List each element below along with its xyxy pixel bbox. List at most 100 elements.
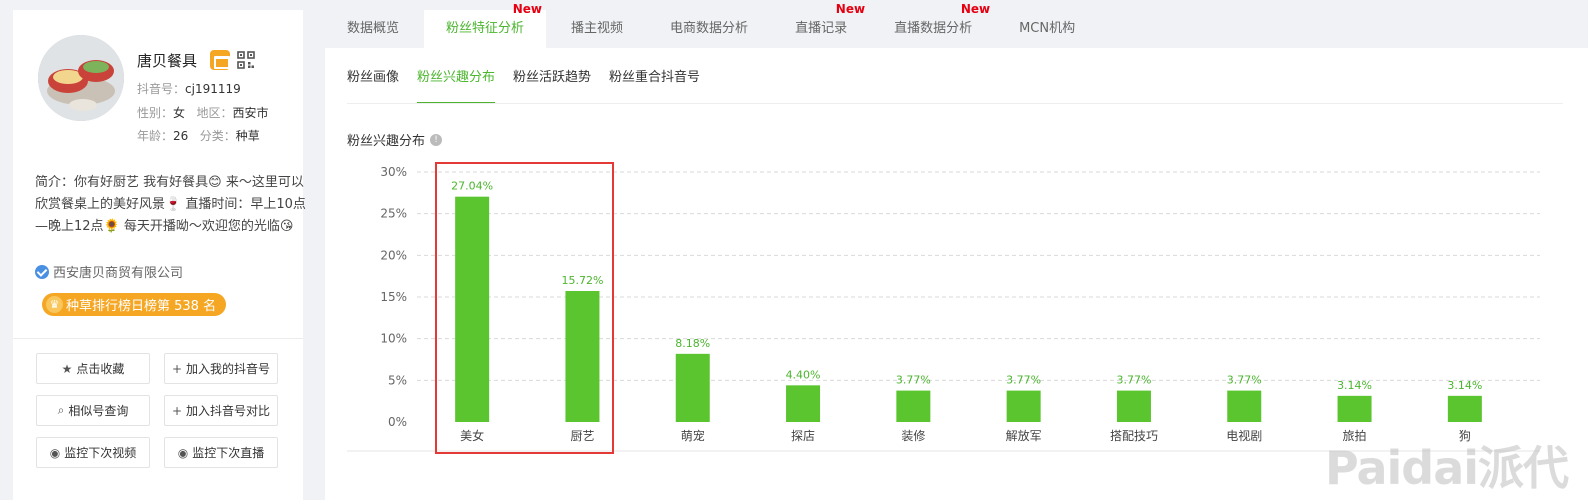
add-compare-button-label: 加入抖音号对比	[186, 404, 271, 418]
bar	[1337, 395, 1372, 422]
company-verification: 西安唐贝商贸有限公司	[35, 262, 183, 281]
add-compare-button[interactable]: + 加入抖音号对比	[164, 395, 278, 426]
plus-icon: +	[171, 361, 183, 376]
y-tick-label: 20%	[380, 248, 407, 262]
tab-live-records[interactable]: 直播记录 New	[773, 2, 870, 48]
add-my-douyin-button[interactable]: + 加入我的抖音号	[164, 353, 278, 384]
qr-code-icon[interactable]	[237, 51, 255, 69]
tab-overview[interactable]: 数据概览	[325, 10, 422, 48]
y-tick-label: 30%	[380, 165, 407, 179]
douyin-id: 抖音号：cj191119	[137, 80, 241, 97]
search-icon: ⌕	[57, 403, 65, 417]
bar	[896, 390, 931, 422]
company-name: 西安唐贝商贸有限公司	[53, 266, 184, 281]
sub-tabs: 粉丝画像 粉丝兴趣分布 粉丝活跃趋势 粉丝重合抖音号	[347, 68, 700, 104]
data-label: 3.14%	[1447, 379, 1482, 392]
bar	[1447, 395, 1482, 422]
y-tick-label: 10%	[380, 332, 407, 346]
analysis-panel: 数据概览 粉丝特征分析 New 播主视频 电商数据分析 直播记录 New 直播数据分…	[325, 2, 1588, 500]
monitor-video-button-label: 监控下次视频	[64, 446, 137, 460]
subtab-interest-distribution[interactable]: 粉丝兴趣分布	[417, 68, 496, 104]
tab-mcn[interactable]: MCN机构	[997, 10, 1098, 48]
tab-ecommerce[interactable]: 电商数据分析	[648, 10, 771, 48]
bar	[786, 385, 821, 422]
y-tick-label: 5%	[388, 373, 407, 387]
profile-intro: 简介：你有好厨艺 我有好餐具😊 来～这里可以欣赏餐桌上的美好风景🍷 直播时间：早…	[35, 175, 306, 234]
data-label: 4.40%	[786, 368, 821, 381]
region-label: 地区：	[196, 106, 233, 120]
x-tick-label: 探店	[791, 429, 815, 443]
main-tabs: 数据概览 粉丝特征分析 New 播主视频 电商数据分析 直播记录 New 直播数据分…	[325, 2, 1588, 48]
plus-icon: +	[171, 403, 183, 418]
tab-videos[interactable]: 播主视频	[549, 10, 646, 48]
add-my-douyin-button-label: 加入我的抖音号	[186, 362, 271, 376]
age-label: 年龄：	[137, 129, 174, 143]
bar	[675, 353, 710, 422]
x-tick-label: 装修	[901, 428, 925, 443]
y-tick-label: 25%	[380, 207, 407, 221]
chart-title: 粉丝兴趣分布 !	[347, 130, 443, 149]
gender-value: 女	[173, 106, 186, 120]
shop-icon[interactable]	[210, 50, 230, 70]
subtab-activity-trend[interactable]: 粉丝活跃趋势	[513, 68, 591, 104]
tab-ecommerce-label: 电商数据分析	[670, 21, 749, 36]
age-category: 年龄：26 分类：种草	[137, 127, 260, 144]
tab-live-analysis[interactable]: 直播数据分析 New	[872, 2, 995, 48]
collect-button[interactable]: ★ 点击收藏	[36, 353, 150, 384]
collect-button-label: 点击收藏	[76, 362, 125, 376]
similar-search-button-label: 相似号查询	[68, 404, 129, 418]
eye-icon: ◉	[49, 445, 61, 460]
data-label: 3.77%	[1006, 374, 1041, 387]
new-badge: New	[960, 2, 991, 16]
tab-overview-label: 数据概览	[347, 21, 400, 36]
new-badge: New	[835, 2, 866, 16]
x-tick-label: 电视剧	[1226, 428, 1262, 443]
divider	[13, 338, 303, 339]
x-tick-label: 搭配技巧	[1110, 429, 1158, 443]
data-label: 3.77%	[896, 374, 931, 387]
x-tick-label: 萌宠	[681, 428, 705, 443]
tab-fan-analysis[interactable]: 粉丝特征分析 New	[424, 2, 547, 48]
douyin-id-label: 抖音号：	[137, 82, 186, 96]
bar	[1116, 390, 1151, 422]
gender-label: 性别：	[137, 106, 174, 120]
similar-search-button[interactable]: ⌕ 相似号查询	[36, 395, 150, 426]
tab-videos-label: 播主视频	[571, 21, 624, 36]
monitor-video-button[interactable]: ◉ 监控下次视频	[36, 437, 150, 468]
tab-fan-analysis-label: 粉丝特征分析	[446, 21, 525, 36]
category-label: 分类：	[199, 129, 236, 143]
subtab-overlap-accounts[interactable]: 粉丝重合抖音号	[609, 68, 700, 104]
chart-title-text: 粉丝兴趣分布	[347, 134, 426, 149]
data-label: 8.18%	[675, 337, 710, 350]
bar	[1227, 390, 1262, 422]
data-label: 3.77%	[1227, 374, 1262, 387]
douyin-id-value: cj191119	[185, 82, 241, 96]
eye-icon: ◉	[177, 445, 189, 460]
star-icon: ★	[61, 361, 73, 376]
x-tick-label: 解放军	[1006, 428, 1042, 443]
y-tick-label: 15%	[380, 290, 407, 304]
category-value: 种草	[235, 129, 260, 143]
subtab-fan-portrait[interactable]: 粉丝画像	[347, 68, 399, 104]
highlight-box	[435, 162, 614, 454]
new-badge: New	[512, 2, 543, 16]
region-value: 西安市	[232, 106, 269, 120]
data-label: 3.14%	[1337, 379, 1372, 392]
tab-mcn-label: MCN机构	[1019, 21, 1076, 36]
gender-region: 性别：女 地区：西安市	[137, 104, 269, 121]
y-tick-label: 0%	[388, 415, 407, 429]
monitor-live-button-label: 监控下次直播	[192, 446, 265, 460]
monitor-live-button[interactable]: ◉ 监控下次直播	[164, 437, 278, 468]
bar	[1006, 390, 1041, 422]
avatar[interactable]	[38, 35, 124, 121]
profile-name: 唐贝餐具	[137, 52, 198, 70]
watermark: Paidai派代	[1325, 441, 1569, 495]
profile-card: 唐贝餐具 抖音号：cj191119 性别：女 地区：西安市 年龄：26 分类：种…	[13, 10, 306, 500]
info-icon[interactable]: !	[430, 133, 443, 146]
verified-icon	[35, 264, 49, 279]
subtab-divider	[347, 103, 1563, 104]
data-label: 3.77%	[1116, 374, 1151, 387]
rank-badge[interactable]: ♛ 种草排行榜日榜第 538 名	[42, 293, 227, 316]
tab-live-analysis-label: 直播数据分析	[894, 21, 973, 36]
age-value: 26	[173, 129, 189, 143]
